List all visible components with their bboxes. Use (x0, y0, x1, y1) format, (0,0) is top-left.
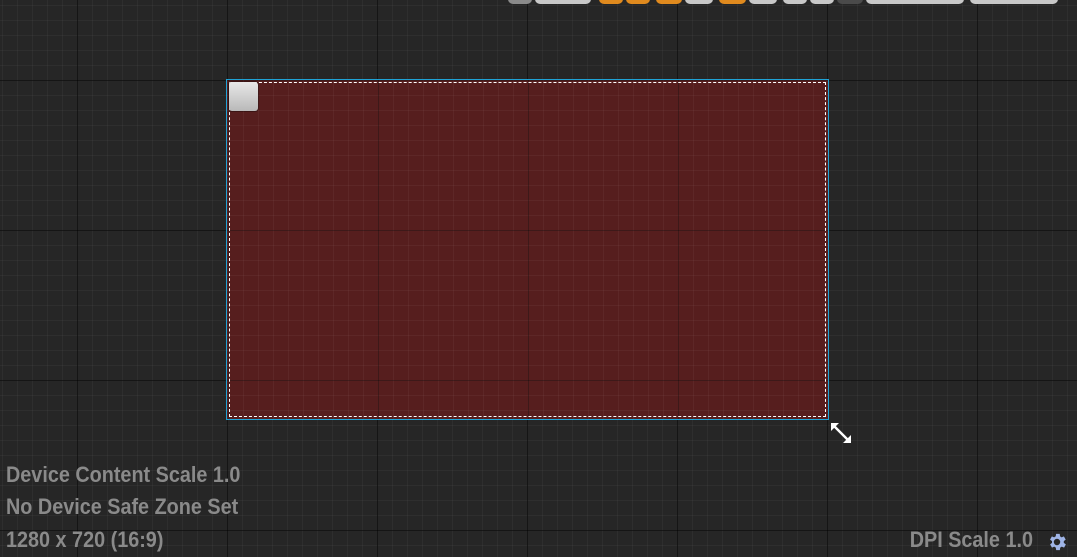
toolbar-button[interactable] (783, 0, 807, 4)
toolbar-button[interactable] (508, 0, 532, 4)
toolbar-button[interactable] (810, 0, 834, 4)
toolbar-button[interactable] (719, 0, 746, 4)
toolbar-button[interactable] (656, 0, 682, 4)
anchor-handle-icon[interactable] (229, 82, 258, 111)
toolbar-button[interactable] (749, 0, 777, 4)
safe-zone-label: No Device Safe Zone Set (6, 494, 239, 519)
resize-diagonal-icon[interactable] (829, 421, 853, 445)
toolbar-dropdown[interactable] (970, 0, 1058, 4)
designer-viewport[interactable]: Device Content Scale 1.0 No Device Safe … (0, 0, 1077, 557)
resolution-label: 1280 x 720 (16:9) (6, 527, 164, 552)
toolbar-button[interactable] (535, 0, 591, 4)
toolbar-dropdown[interactable] (866, 0, 964, 4)
toolbar-button[interactable] (837, 0, 863, 4)
toolbar-button[interactable] (626, 0, 650, 4)
gear-icon[interactable] (1046, 531, 1068, 553)
toolbar-button[interactable] (685, 0, 713, 4)
widget-design-canvas[interactable] (226, 79, 829, 420)
viewport-toolbar (508, 0, 1058, 4)
selection-outline (229, 82, 826, 417)
toolbar-button[interactable] (599, 0, 623, 4)
dpi-scale-label: DPI Scale 1.0 (909, 527, 1033, 552)
device-content-scale-label: Device Content Scale 1.0 (6, 462, 241, 487)
